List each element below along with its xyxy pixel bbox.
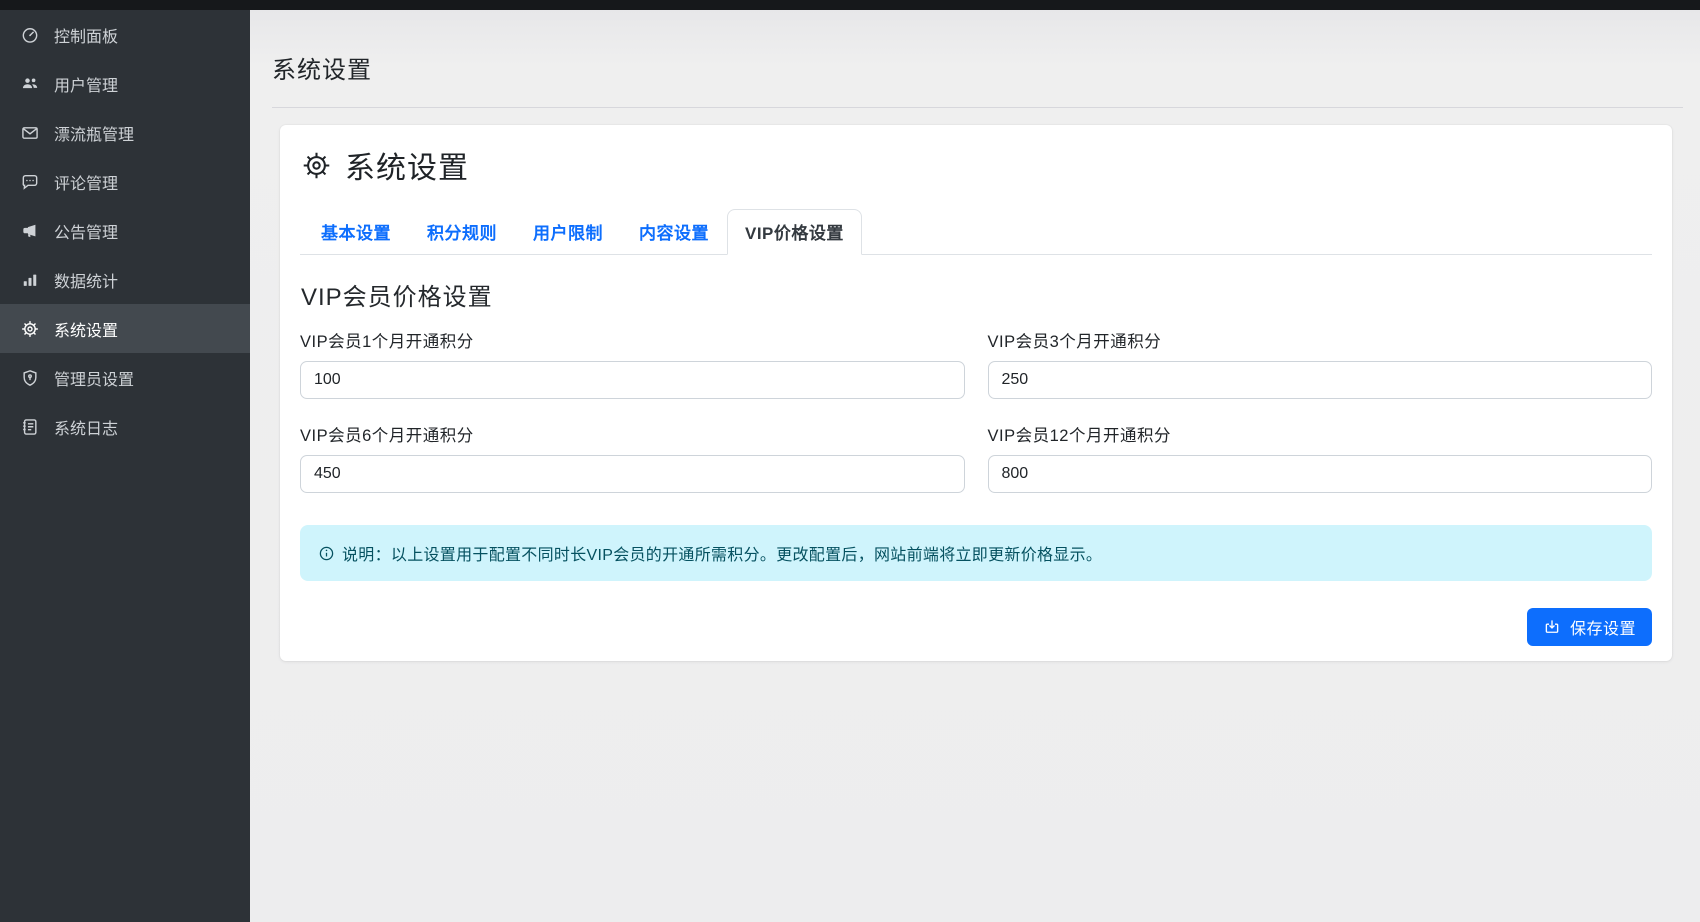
card-heading: 系统设置 [300, 139, 1652, 187]
sidebar-item-label: 评论管理 [54, 170, 118, 194]
sidebar-item-comments[interactable]: 评论管理 [0, 157, 250, 206]
field-vip-1month: VIP会员1个月开通积分 [300, 328, 965, 399]
tab-user-limits[interactable]: 用户限制 [515, 209, 621, 255]
top-bar [0, 0, 1700, 10]
gear-icon [20, 319, 40, 339]
vip-6month-input[interactable] [300, 455, 965, 493]
page-header: 系统设置 [250, 10, 1700, 108]
sidebar-item-label: 控制面板 [54, 23, 118, 47]
vip-3month-label: VIP会员3个月开通积分 [988, 328, 1653, 352]
tab-points-rules[interactable]: 积分规则 [409, 209, 515, 255]
field-vip-3month: VIP会员3个月开通积分 [988, 328, 1653, 399]
tab-content-settings[interactable]: 内容设置 [621, 209, 727, 255]
journal-icon [20, 417, 40, 437]
shield-icon [20, 368, 40, 388]
info-alert-text: 说明：以上设置用于配置不同时长VIP会员的开通所需积分。更改配置后，网站前端将立… [342, 541, 1102, 565]
sidebar-item-bottles[interactable]: 漂流瓶管理 [0, 108, 250, 157]
info-alert: 说明：以上设置用于配置不同时长VIP会员的开通所需积分。更改配置后，网站前端将立… [300, 525, 1652, 581]
users-icon [20, 74, 40, 94]
vip-12month-input[interactable] [988, 455, 1653, 493]
speedometer-icon [20, 25, 40, 45]
vip-6month-label: VIP会员6个月开通积分 [300, 422, 965, 446]
sidebar-item-announcements[interactable]: 公告管理 [0, 206, 250, 255]
sidebar-item-logs[interactable]: 系统日志 [0, 402, 250, 451]
section-title: VIP会员价格设置 [301, 277, 1652, 312]
card-actions: 保存设置 [300, 608, 1652, 646]
page-title: 系统设置 [272, 50, 1683, 85]
gear-icon [300, 149, 333, 182]
sidebar-item-label: 数据统计 [54, 268, 118, 292]
sidebar-item-label: 用户管理 [54, 72, 118, 96]
megaphone-icon [20, 221, 40, 241]
tab-vip-price-settings[interactable]: VIP价格设置 [727, 209, 862, 255]
sidebar: 控制面板 用户管理 漂流瓶管理 [0, 10, 250, 922]
sidebar-item-label: 漂流瓶管理 [54, 121, 134, 145]
sidebar-item-users[interactable]: 用户管理 [0, 59, 250, 108]
header-divider [272, 107, 1683, 108]
main-area: 系统设置 系统设置 基本设置 积分规则 用户限制 内容设置 VIP价格设置 [250, 10, 1700, 922]
sidebar-item-label: 系统日志 [54, 415, 118, 439]
app-layout: 控制面板 用户管理 漂流瓶管理 [0, 10, 1700, 922]
settings-tabs: 基本设置 积分规则 用户限制 内容设置 VIP价格设置 [300, 209, 1652, 255]
vip-1month-input[interactable] [300, 361, 965, 399]
save-settings-button[interactable]: 保存设置 [1527, 608, 1652, 646]
save-settings-label: 保存设置 [1570, 615, 1636, 639]
sidebar-item-dashboard[interactable]: 控制面板 [0, 10, 250, 59]
bar-chart-icon [20, 270, 40, 290]
field-vip-12month: VIP会员12个月开通积分 [988, 422, 1653, 493]
sidebar-item-label: 公告管理 [54, 219, 118, 243]
save-icon [1543, 618, 1561, 636]
sidebar-item-stats[interactable]: 数据统计 [0, 255, 250, 304]
sidebar-item-label: 管理员设置 [54, 366, 134, 390]
field-vip-6month: VIP会员6个月开通积分 [300, 422, 965, 493]
comment-icon [20, 172, 40, 192]
info-circle-icon [318, 545, 335, 562]
envelope-icon [20, 123, 40, 143]
sidebar-item-settings[interactable]: 系统设置 [0, 304, 250, 353]
vip-price-form: VIP会员1个月开通积分 VIP会员3个月开通积分 VIP会员6个月开通积分 V… [300, 328, 1652, 493]
sidebar-item-label: 系统设置 [54, 317, 118, 341]
sidebar-item-admin[interactable]: 管理员设置 [0, 353, 250, 402]
settings-card: 系统设置 基本设置 积分规则 用户限制 内容设置 VIP价格设置 VIP会员价格… [280, 125, 1672, 661]
vip-1month-label: VIP会员1个月开通积分 [300, 328, 965, 352]
vip-12month-label: VIP会员12个月开通积分 [988, 422, 1653, 446]
card-heading-text: 系统设置 [345, 143, 469, 187]
tab-basic-settings[interactable]: 基本设置 [303, 209, 409, 255]
vip-3month-input[interactable] [988, 361, 1653, 399]
